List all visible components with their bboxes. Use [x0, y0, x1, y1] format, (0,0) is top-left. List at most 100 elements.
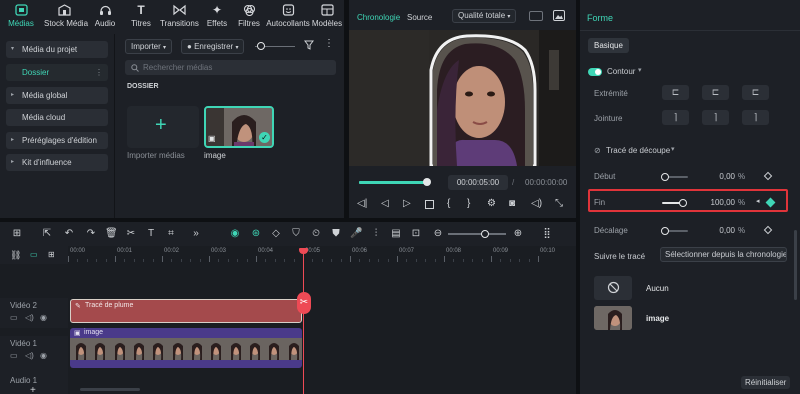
prev-frame-icon[interactable]: ◁| [357, 198, 367, 209]
undo-icon[interactable]: ↶ [63, 228, 75, 240]
fin-value[interactable]: 100,00 [695, 198, 735, 207]
decalage-knob[interactable] [661, 227, 669, 235]
ai-icon[interactable]: ◉ [229, 228, 241, 240]
tab-effets[interactable]: ✦ Effets [200, 3, 234, 33]
keyframe-tool-icon[interactable]: ◇ [270, 228, 282, 240]
grid-icon[interactable]: ⊞ [11, 228, 23, 240]
tab-autocollants[interactable]: Autocollants [266, 3, 310, 33]
sidebar-item-media-global[interactable]: ▸ Média global [6, 87, 108, 104]
more-icon[interactable]: ⋮ [324, 38, 334, 49]
tab-filtres[interactable]: Filtres [232, 3, 266, 33]
clip-trace-de-plume[interactable]: ✎ Tracé de plume [70, 299, 302, 323]
debut-value[interactable]: 0,00 [695, 172, 735, 181]
props-scrollbar[interactable] [794, 230, 797, 300]
tab-chronologie[interactable]: Chronologie [357, 13, 400, 22]
delete-icon[interactable]: 🗑 [105, 228, 118, 240]
tab-titres[interactable]: T Titres [124, 3, 158, 33]
snapshot-icon[interactable] [553, 10, 565, 23]
grid-view-icon[interactable]: ⣿ [541, 228, 553, 240]
import-media-tile[interactable]: + [127, 106, 199, 148]
join-bevel-button[interactable]: ⌉ [742, 110, 769, 125]
text-icon[interactable]: T [145, 228, 157, 240]
speaker-icon[interactable]: ◁) [25, 313, 34, 322]
settings-icon[interactable]: ⚙ [487, 198, 496, 209]
mark-in-icon[interactable]: { [447, 198, 450, 209]
tab-medias[interactable]: Médias [4, 3, 38, 33]
render-icon[interactable]: ⊛ [250, 228, 262, 240]
cap-butt-button[interactable]: ⊏ [662, 85, 689, 100]
search-input[interactable]: Rechercher médias [125, 60, 336, 75]
zoom-knob[interactable] [481, 230, 489, 238]
split-marker[interactable]: ✂ [297, 292, 311, 314]
prev-keyframe-icon[interactable]: ◂ [756, 197, 760, 205]
option-none-tile[interactable] [594, 276, 632, 300]
snapshot-icon[interactable]: ⊡ [410, 228, 422, 240]
option-image-label[interactable]: image [646, 314, 669, 323]
join-miter-button[interactable]: ⌉ [662, 110, 689, 125]
folder-icon[interactable]: ▭ [10, 313, 18, 322]
camera-icon[interactable]: ◙ [509, 198, 515, 209]
keyframe-icon[interactable] [763, 225, 773, 235]
chevron-down-icon[interactable]: ▾ [638, 66, 642, 74]
zoom-out-icon[interactable]: ⊖ [432, 228, 444, 240]
import-dropdown[interactable]: Importer ▾ [125, 39, 173, 54]
sidebar-item-kit-influence[interactable]: ▸ Kit d'influence [6, 154, 108, 171]
option-image-tile[interactable] [594, 306, 632, 330]
mixer-icon[interactable]: ⫶ [370, 228, 382, 240]
redo-icon[interactable]: ↷ [85, 228, 97, 240]
cap-round-button[interactable]: ⊏ [702, 85, 729, 100]
follow-path-dropdown[interactable]: Sélectionner depuis la chronologie [660, 247, 787, 262]
crop-icon[interactable]: ⌗ [165, 228, 177, 240]
add-track-icon[interactable]: ⊞ [48, 250, 55, 259]
more-icon[interactable]: ⋮ [95, 64, 103, 81]
record-dropdown[interactable]: ● Enregistrer ▾ [181, 39, 245, 54]
eye-icon[interactable]: ◉ [40, 313, 47, 322]
play-icon[interactable]: ▷ [403, 198, 411, 209]
contour-toggle[interactable] [588, 68, 602, 76]
zoom-slider[interactable] [448, 233, 506, 235]
slider-knob[interactable] [257, 42, 265, 50]
captions-icon[interactable]: ▤ [390, 228, 402, 240]
timeline-ruler[interactable]: 00:00 00:01 00:02 00:03 00:04 00:05 00:06 00:07… [68, 246, 576, 264]
snap-icon[interactable]: ▭ [30, 250, 38, 259]
zoom-in-icon[interactable]: ⊕ [512, 228, 524, 240]
chevron-down-icon[interactable]: ▾ [671, 145, 675, 153]
shield-icon[interactable]: ⛉ [290, 228, 302, 240]
split-icon[interactable]: ✂ [125, 228, 137, 240]
tab-transitions[interactable]: Transitions [160, 3, 199, 33]
speaker-icon[interactable]: ◁) [25, 351, 34, 360]
sidebar-item-prereglages[interactable]: ▸ Préréglages d'édition [6, 132, 108, 149]
more-tools-icon[interactable]: » [190, 228, 202, 240]
sidebar-item-dossier[interactable]: Dossier ⋮ [6, 64, 108, 81]
stop-icon[interactable] [425, 200, 434, 209]
mic-icon[interactable]: 🎤 [350, 228, 362, 240]
step-back-icon[interactable]: ◁ [381, 198, 389, 209]
fullscreen-icon[interactable]: ⤡ [555, 198, 563, 209]
decalage-value[interactable]: 0,00 [695, 226, 735, 235]
mark-out-icon[interactable]: } [467, 198, 470, 209]
marker-icon[interactable]: ⛊ [330, 228, 342, 240]
debut-knob[interactable] [661, 173, 669, 181]
join-round-button[interactable]: ⌉ [702, 110, 729, 125]
sidebar-item-media-cloud[interactable]: Média cloud [6, 109, 108, 126]
clip-image[interactable]: ▣ image [70, 328, 302, 368]
timeline-scrollbar[interactable] [80, 388, 140, 391]
keyframe-icon[interactable] [763, 171, 773, 181]
sidebar-item-media-projet[interactable]: ▾ Média du projet [6, 41, 108, 58]
tab-modeles[interactable]: Modèles [310, 3, 344, 33]
folder-icon[interactable]: ▭ [10, 351, 18, 360]
fin-knob[interactable] [679, 199, 687, 207]
playhead-knob[interactable] [422, 178, 431, 186]
compare-icon[interactable] [529, 11, 543, 21]
option-none-label[interactable]: Aucun [646, 284, 669, 293]
tab-source[interactable]: Source [407, 13, 432, 22]
link-icon[interactable]: ⛓ [10, 250, 21, 261]
add-audio-icon[interactable]: + [30, 385, 36, 394]
select-tool-icon[interactable]: ⇱ [41, 228, 53, 240]
quality-dropdown[interactable]: Qualité totale ▾ [452, 9, 517, 23]
cap-square-button[interactable]: ⊏ [742, 85, 769, 100]
speed-icon[interactable]: ⏲ [310, 228, 322, 240]
tab-stock-media[interactable]: Stock Média [44, 3, 88, 33]
audio-meter-icon[interactable]: ◁) [531, 198, 542, 209]
tab-basique[interactable]: Basique [588, 38, 629, 53]
